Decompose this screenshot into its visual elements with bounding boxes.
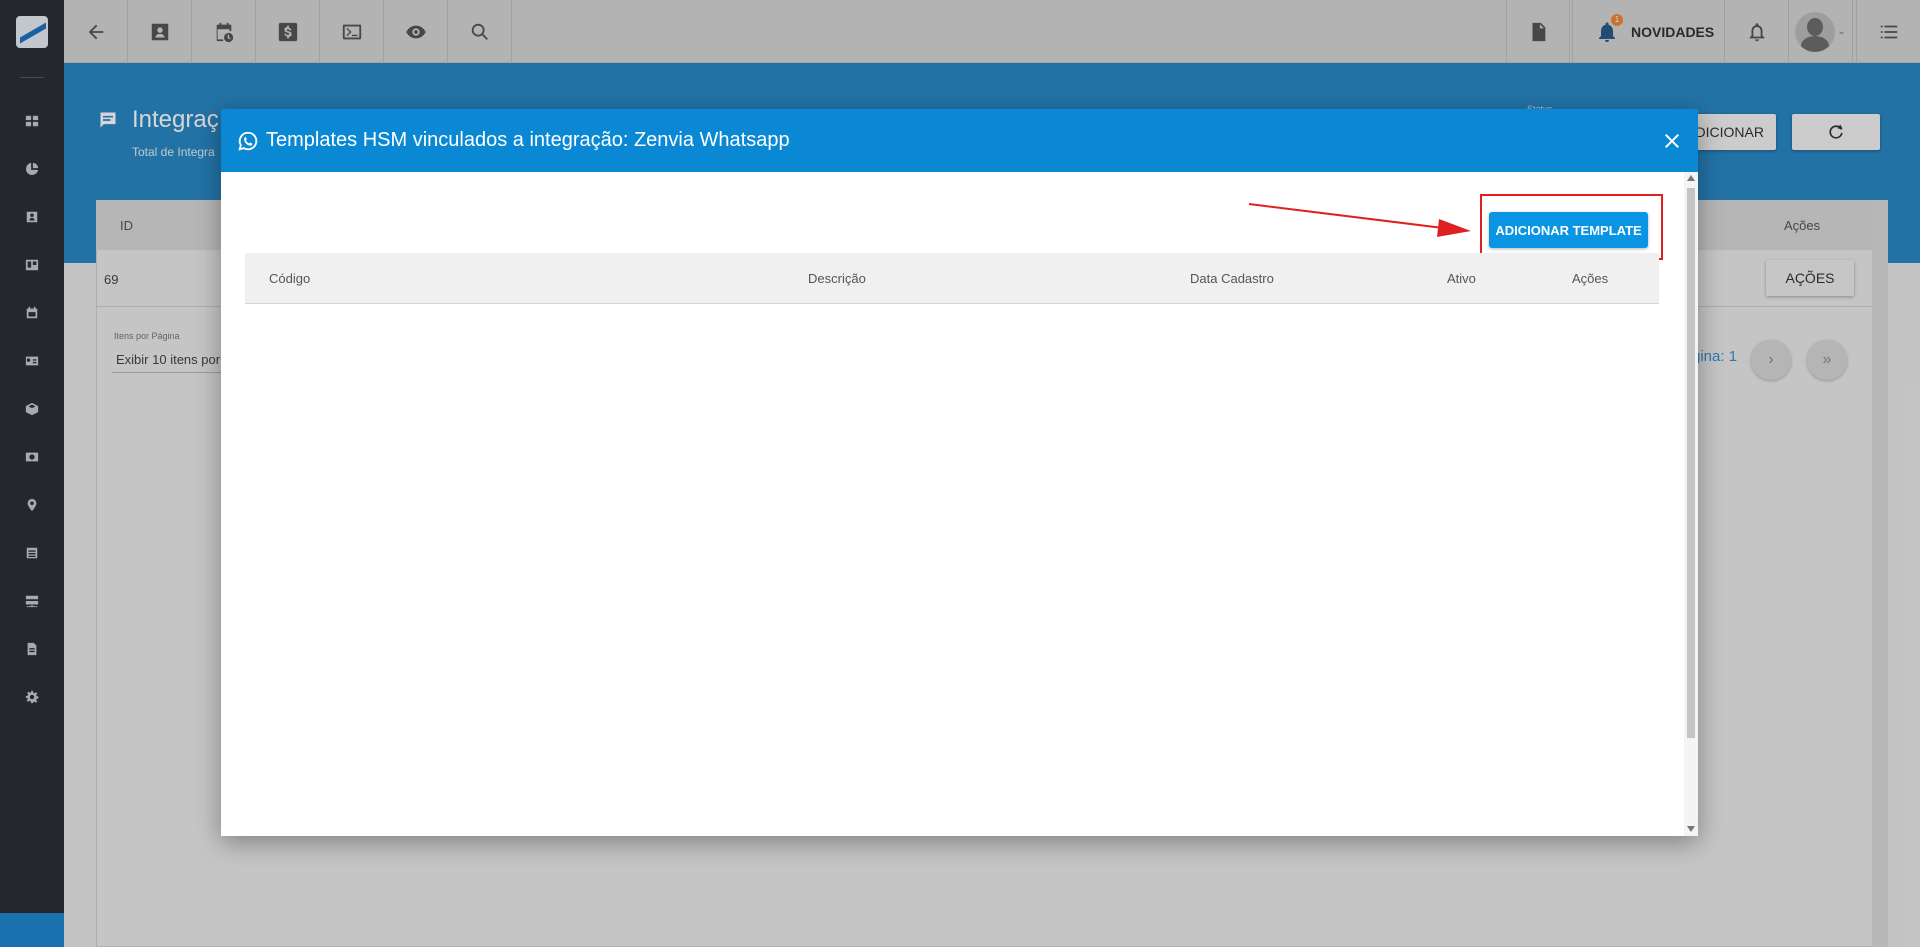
column-header-descricao: Descrição <box>808 271 866 286</box>
whatsapp-icon <box>238 131 258 151</box>
column-header-ativo: Ativo <box>1447 271 1476 286</box>
templates-modal: Templates HSM vinculados a integração: Z… <box>221 109 1698 836</box>
column-header-acoes-modal: Ações <box>1572 271 1609 286</box>
scroll-down-arrow-icon[interactable] <box>1687 826 1695 832</box>
scroll-up-arrow-icon[interactable] <box>1687 175 1695 181</box>
column-header-codigo: Código <box>269 271 311 286</box>
modal-scrollbar[interactable] <box>1684 172 1698 836</box>
annotation-arrow <box>1248 203 1471 237</box>
modal-header: Templates HSM vinculados a integração: Z… <box>221 109 1698 172</box>
scroll-thumb[interactable] <box>1687 188 1695 738</box>
close-icon[interactable] <box>1660 129 1684 153</box>
add-template-button[interactable]: ADICIONAR TEMPLATE <box>1489 212 1648 248</box>
modal-title: Templates HSM vinculados a integração: Z… <box>266 129 790 151</box>
column-header-data-cadastro: Data Cadastro <box>1190 271 1274 286</box>
